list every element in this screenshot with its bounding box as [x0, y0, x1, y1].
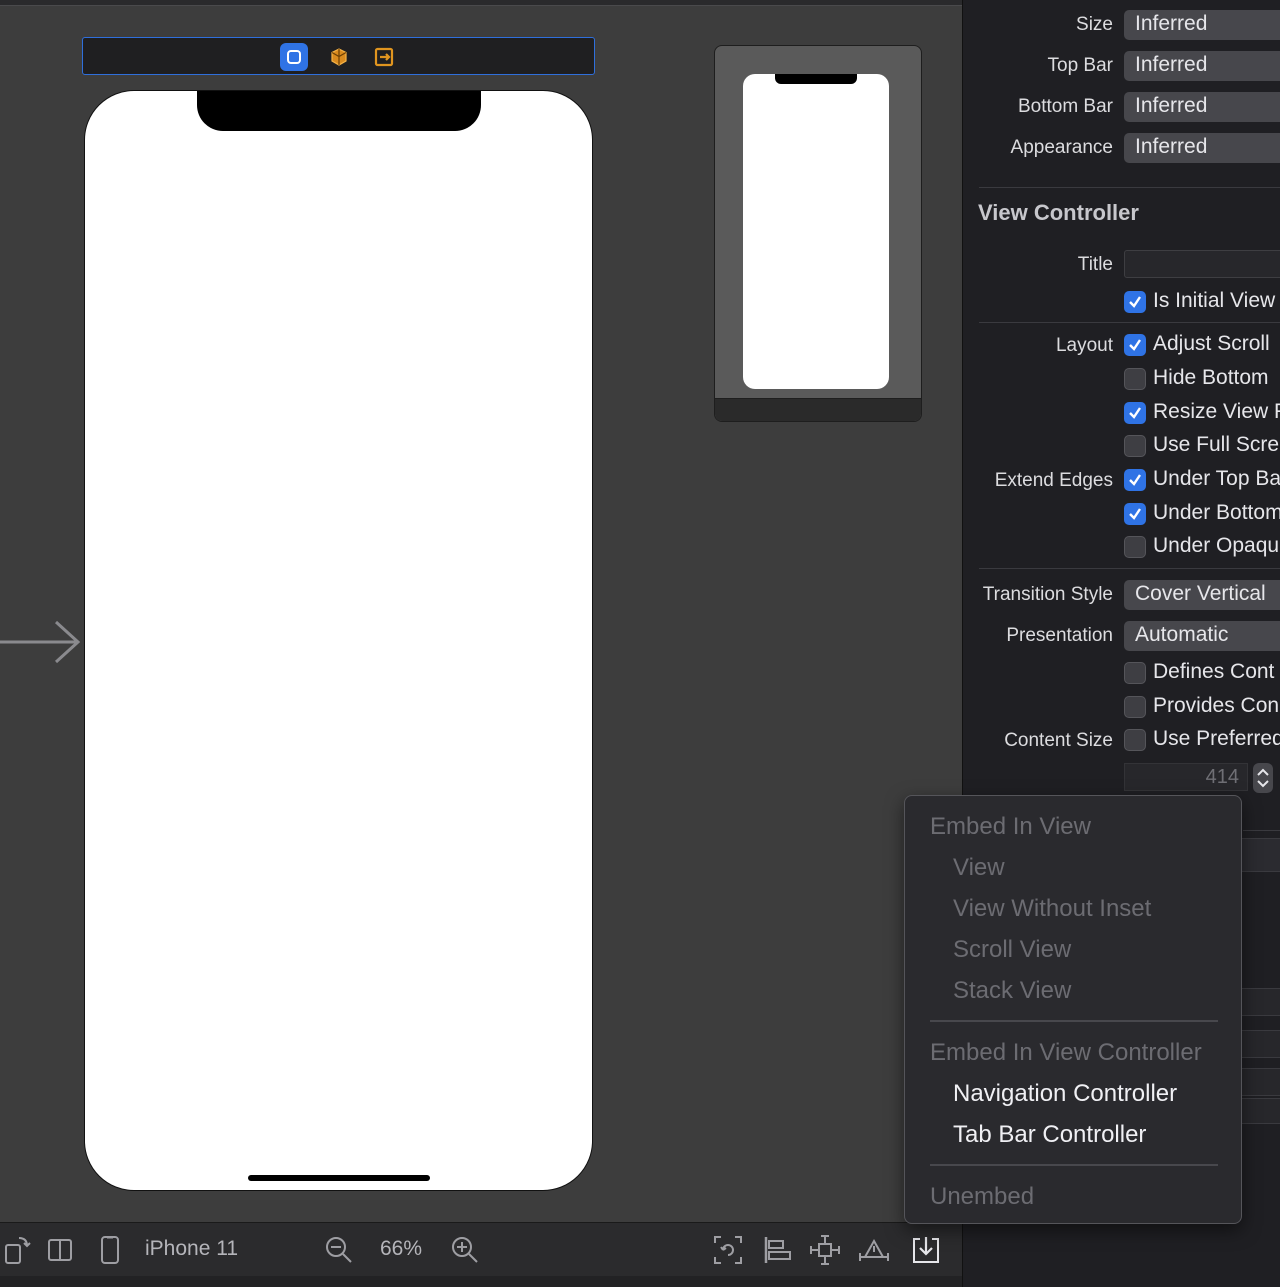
zoom-out-icon[interactable]	[324, 1235, 354, 1265]
embed-in-icon[interactable]	[910, 1235, 942, 1265]
device-notch	[197, 91, 481, 131]
transition-style-popup[interactable]: Cover Vertical	[1124, 580, 1280, 610]
hide-bottom-label: Hide Bottom	[1153, 366, 1269, 389]
bottom-bar-label: Bottom Bar	[1017, 96, 1113, 117]
menu-separator	[930, 1020, 1218, 1022]
view-controller-icon[interactable]	[280, 43, 308, 71]
is-initial-checkbox[interactable]	[1124, 291, 1146, 313]
size-label: Size	[1076, 14, 1113, 35]
layout-label: Layout	[1055, 335, 1113, 356]
first-responder-icon[interactable]	[325, 43, 353, 71]
top-bar-popup[interactable]: Inferred	[1124, 51, 1280, 81]
use-preferred-checkbox[interactable]	[1124, 729, 1146, 751]
content-width-stepper[interactable]	[1253, 763, 1273, 793]
top-bar-label: Top Bar	[1047, 55, 1113, 76]
under-bottom-bars-checkbox[interactable]	[1124, 503, 1146, 525]
embed-in-view-controller-header: Embed In View Controller	[930, 1039, 1202, 1066]
orientation-icon[interactable]	[2, 1235, 32, 1265]
scene-overview-thumbnail[interactable]	[714, 45, 922, 422]
adjust-scroll-label: Adjust Scroll	[1153, 332, 1270, 355]
provides-context-label: Provides Con	[1153, 694, 1280, 717]
defines-context-checkbox[interactable]	[1124, 662, 1146, 684]
resize-view-checkbox[interactable]	[1124, 402, 1146, 424]
hidden-field	[1239, 1030, 1280, 1058]
presentation-label: Presentation	[1006, 625, 1113, 646]
embed-in-view-header: Embed In View	[930, 813, 1091, 840]
menu-item-unembed: Unembed	[930, 1183, 1035, 1210]
under-opaque-bars-label: Under Opaqu	[1153, 534, 1280, 557]
device-icon[interactable]	[98, 1235, 122, 1265]
scene-dock[interactable]	[82, 37, 595, 75]
canvas-bottom-bar: iPhone 11 66%	[0, 1222, 962, 1276]
menu-item-stack-view: Stack View	[953, 977, 1072, 1004]
appearance-popup[interactable]: Inferred	[1124, 133, 1280, 163]
update-frames-icon[interactable]	[712, 1235, 744, 1265]
use-full-screen-checkbox[interactable]	[1124, 435, 1146, 457]
hidden-field	[1239, 1098, 1280, 1124]
zoom-level-label[interactable]: 66%	[380, 1237, 422, 1261]
section-divider	[1243, 830, 1280, 831]
split-view-icon[interactable]	[46, 1235, 74, 1265]
home-indicator	[248, 1175, 430, 1181]
provides-context-checkbox[interactable]	[1124, 696, 1146, 718]
exit-icon[interactable]	[370, 43, 398, 71]
bottom-bar-popup[interactable]: Inferred	[1124, 92, 1280, 122]
title-field[interactable]	[1124, 250, 1280, 278]
is-initial-label: Is Initial View	[1153, 289, 1276, 312]
appearance-label: Appearance	[1010, 137, 1113, 158]
menu-item-tab-bar-controller[interactable]: Tab Bar Controller	[953, 1121, 1146, 1149]
menu-separator	[930, 1164, 1218, 1166]
section-divider	[979, 187, 1280, 188]
hide-bottom-checkbox[interactable]	[1124, 368, 1146, 390]
under-top-bars-checkbox[interactable]	[1124, 469, 1146, 491]
title-label: Title	[1077, 254, 1113, 275]
resize-view-label: Resize View F	[1153, 400, 1280, 423]
device-name-label[interactable]: iPhone 11	[145, 1237, 238, 1261]
adjust-scroll-checkbox[interactable]	[1124, 334, 1146, 356]
zoom-in-icon[interactable]	[450, 1235, 480, 1265]
presentation-popup[interactable]: Automatic	[1124, 621, 1280, 651]
menu-item-view-without-inset: View Without Inset	[953, 895, 1152, 922]
hidden-field	[1239, 988, 1280, 1016]
under-bottom-bars-label: Under Bottom	[1153, 501, 1280, 524]
hidden-control	[1239, 838, 1280, 872]
section-divider	[979, 568, 1280, 569]
resolve-auto-layout-issues-icon[interactable]	[858, 1235, 890, 1265]
add-constraints-icon[interactable]	[809, 1235, 841, 1265]
use-full-screen-label: Use Full Scre	[1153, 433, 1280, 456]
menu-item-view: View	[953, 854, 1005, 881]
storyboard-canvas[interactable]	[0, 0, 962, 1222]
embed-in-menu: Embed In View View View Without Inset Sc…	[904, 795, 1242, 1224]
menu-item-navigation-controller[interactable]: Navigation Controller	[953, 1080, 1177, 1108]
section-divider	[979, 322, 1280, 323]
use-preferred-label: Use Preferred	[1153, 727, 1280, 750]
hidden-field	[1239, 1068, 1280, 1096]
canvas-top-edge	[0, 0, 962, 6]
transition-style-label: Transition Style	[982, 584, 1113, 605]
extend-edges-label: Extend Edges	[994, 470, 1113, 491]
menu-item-scroll-view: Scroll View	[953, 936, 1072, 963]
content-size-label: Content Size	[1004, 730, 1113, 751]
iphone-scene-view[interactable]	[84, 90, 593, 1191]
content-width-field[interactable]: 414	[1124, 763, 1248, 791]
align-icon[interactable]	[761, 1235, 793, 1265]
size-popup[interactable]: Inferred	[1124, 10, 1280, 40]
under-opaque-bars-checkbox[interactable]	[1124, 536, 1146, 558]
defines-context-label: Defines Cont	[1153, 660, 1275, 683]
section-title[interactable]: View Controller	[978, 200, 1139, 226]
under-top-bars-label: Under Top Ba	[1153, 467, 1280, 490]
initial-entry-arrow-icon[interactable]	[0, 620, 82, 664]
